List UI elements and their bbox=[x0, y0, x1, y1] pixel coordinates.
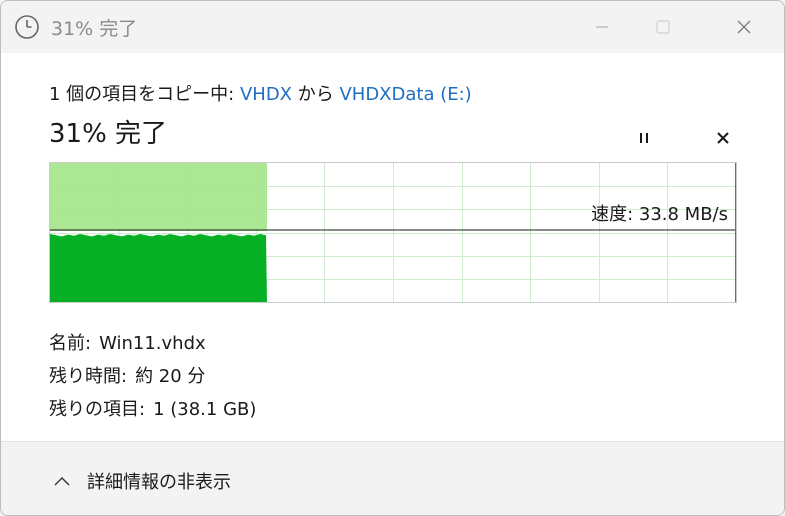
toggle-details-label: 詳細情報の非表示 bbox=[87, 472, 231, 493]
destination-link[interactable]: VHDXData (E:) bbox=[339, 84, 471, 105]
time-remaining-label: 残り時間: bbox=[49, 366, 128, 387]
detail-row-time: 残り時間: 約 20 分 bbox=[49, 360, 256, 393]
close-icon bbox=[737, 20, 751, 34]
chevron-up-icon bbox=[54, 477, 70, 486]
copy-progress-window: 31% 完了 1 個の項目をコピー中: VHDX から VHDXData (E:… bbox=[0, 0, 785, 516]
speed-label: 速度: 33.8 MB/s bbox=[591, 204, 728, 225]
footer-bar: 詳細情報の非表示 bbox=[1, 441, 784, 515]
title-bar[interactable]: 31% 完了 bbox=[1, 1, 784, 53]
detail-row-items: 残りの項目: 1 (38.1 GB) bbox=[49, 393, 256, 426]
maximize-icon bbox=[656, 20, 670, 34]
name-value: Win11.vhdx bbox=[99, 333, 206, 354]
time-remaining-value: 約 20 分 bbox=[135, 366, 206, 387]
speed-graph-canvas bbox=[50, 163, 736, 302]
minimize-button[interactable] bbox=[572, 1, 632, 53]
items-remaining-label: 残りの項目: bbox=[49, 399, 146, 420]
close-icon bbox=[717, 132, 729, 144]
progress-panel: 1 個の項目をコピー中: VHDX から VHDXData (E:) 31% 完… bbox=[1, 53, 784, 441]
maximize-button[interactable] bbox=[633, 1, 693, 53]
detail-row-name: 名前: Win11.vhdx bbox=[49, 327, 256, 360]
window-title: 31% 完了 bbox=[51, 18, 138, 40]
copy-description: 1 個の項目をコピー中: VHDX から VHDXData (E:) bbox=[49, 80, 472, 106]
items-remaining-value: 1 (38.1 GB) bbox=[153, 399, 257, 420]
copy-middle: から bbox=[292, 84, 340, 105]
copy-details: 名前: Win11.vhdx 残り時間: 約 20 分 残りの項目: 1 (38.1 … bbox=[49, 327, 256, 426]
toggle-details-button[interactable]: 詳細情報の非表示 bbox=[53, 468, 231, 494]
minimize-icon bbox=[596, 26, 608, 28]
pause-button[interactable] bbox=[631, 125, 657, 151]
speed-history-area bbox=[50, 234, 267, 302]
copy-prefix: 1 個の項目をコピー中: bbox=[49, 84, 240, 105]
clock-icon bbox=[15, 15, 39, 39]
percent-status: 31% 完了 bbox=[49, 119, 168, 149]
window-close-button[interactable] bbox=[714, 1, 774, 53]
pause-icon bbox=[640, 133, 648, 143]
source-link[interactable]: VHDX bbox=[240, 84, 292, 105]
name-label: 名前: bbox=[49, 333, 92, 354]
progress-upper-fill bbox=[50, 163, 267, 231]
cancel-button[interactable] bbox=[710, 125, 736, 151]
transfer-speed-graph: 速度: 33.8 MB/s bbox=[49, 162, 737, 303]
